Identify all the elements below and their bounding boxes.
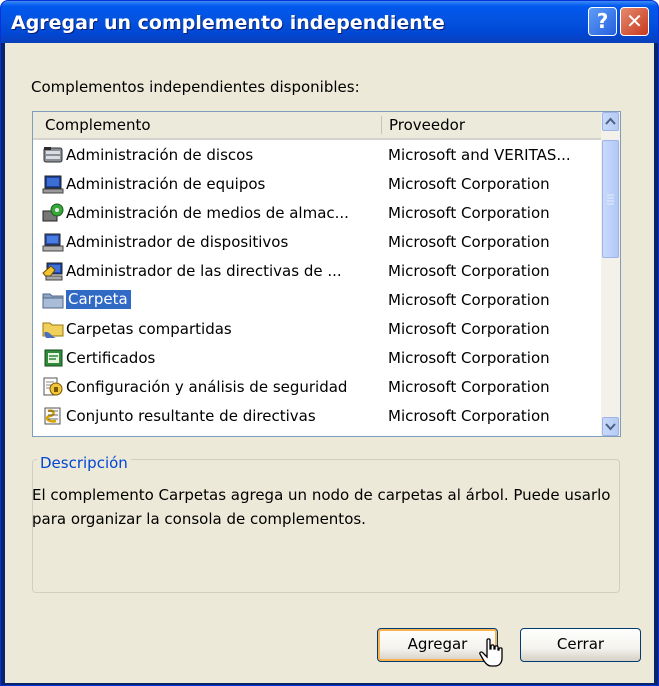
add-snapin-dialog: Agregar un complemento independiente ? ✕… <box>0 0 659 686</box>
list-header: Complemento Proveedor <box>33 112 601 140</box>
snapin-name: Administración de discos <box>66 146 254 164</box>
list-item[interactable]: Administrador de las directivas de ... M… <box>33 257 600 286</box>
list-item[interactable]: Conjunto resultante de directivas Micros… <box>33 402 600 431</box>
column-divider[interactable] <box>381 116 382 134</box>
snapin-name: Administración de medios de almac... <box>66 204 349 222</box>
list-item[interactable]: Configuración y análisis de seguridad Mi… <box>33 373 600 402</box>
folder-icon <box>42 293 64 309</box>
security-analysis-icon <box>43 377 63 396</box>
chevron-down-icon <box>605 423 616 431</box>
snapin-provider: Microsoft Corporation <box>388 320 550 338</box>
list-item[interactable]: Administración de discos Microsoft and V… <box>33 141 600 170</box>
title-bar[interactable]: Agregar un complemento independiente ? ✕ <box>1 1 658 43</box>
list-item[interactable]: Administración de medios de almac... Mic… <box>33 199 600 228</box>
snapin-provider: Microsoft Corporation <box>388 291 550 309</box>
list-item[interactable]: Carpetas compartidas Microsoft Corporati… <box>33 315 600 344</box>
snapin-name: Certificados <box>66 349 156 367</box>
snapin-provider: Microsoft Corporation <box>388 204 550 222</box>
chevron-up-icon <box>605 117 616 125</box>
device-manager-icon <box>42 233 64 252</box>
snapin-provider: Microsoft Corporation <box>388 349 550 367</box>
snapin-name: Administración de equipos <box>66 175 266 193</box>
grip-icon <box>607 194 614 205</box>
vertical-scrollbar[interactable] <box>601 112 620 436</box>
snapin-name: Carpetas compartidas <box>66 320 232 338</box>
rsop-icon <box>44 407 61 425</box>
snapin-list[interactable]: Complemento Proveedor Administración de … <box>32 111 621 437</box>
snapin-provider: Microsoft Corporation <box>388 262 550 280</box>
snapin-provider: Microsoft and VERITAS... <box>388 146 571 164</box>
list-item[interactable]: Administrador de dispositivos Microsoft … <box>33 228 600 257</box>
help-button[interactable]: ? <box>588 7 617 36</box>
snapin-provider: Microsoft Corporation <box>388 378 550 396</box>
cancel-button[interactable]: Cerrar <box>520 628 641 662</box>
available-snapins-label: Complementos independientes disponibles: <box>31 78 360 96</box>
snapin-name: Administrador de las directivas de ... <box>66 262 342 280</box>
list-item[interactable]: Administración de equipos Microsoft Corp… <box>33 170 600 199</box>
description-text: El complemento Carpetas agrega un nodo d… <box>32 486 611 528</box>
policy-manager-icon <box>42 262 63 281</box>
list-item[interactable]: Certificados Microsoft Corporation <box>33 344 600 373</box>
column-header-proveedor[interactable]: Proveedor <box>389 116 465 134</box>
scroll-thumb[interactable] <box>602 140 619 258</box>
snapin-provider: Microsoft Corporation <box>388 407 550 425</box>
scroll-down-button[interactable] <box>602 417 619 436</box>
dialog-title: Agregar un complemento independiente <box>11 12 445 34</box>
dialog-body: Complementos independientes disponibles:… <box>5 43 654 683</box>
column-header-complemento[interactable]: Complemento <box>45 116 151 134</box>
description-title: Descripción <box>37 454 131 472</box>
list-item-selected[interactable]: Carpeta Microsoft Corporation <box>33 286 600 315</box>
disk-management-icon <box>43 147 63 163</box>
snapin-name: Configuración y análisis de seguridad <box>66 378 348 396</box>
certificates-icon <box>44 349 63 367</box>
snapin-name: Conjunto resultante de directivas <box>66 407 316 425</box>
snapin-provider: Microsoft Corporation <box>388 175 550 193</box>
snapin-name: Administrador de dispositivos <box>66 233 289 251</box>
close-window-button[interactable]: ✕ <box>620 7 649 36</box>
removable-storage-icon <box>42 203 64 222</box>
shared-folders-icon <box>42 322 64 338</box>
hand-cursor-icon <box>479 638 503 667</box>
computer-management-icon <box>42 175 64 194</box>
snapin-provider: Microsoft Corporation <box>388 233 550 251</box>
snapin-name: Carpeta <box>66 290 131 309</box>
scroll-up-button[interactable] <box>602 112 619 131</box>
